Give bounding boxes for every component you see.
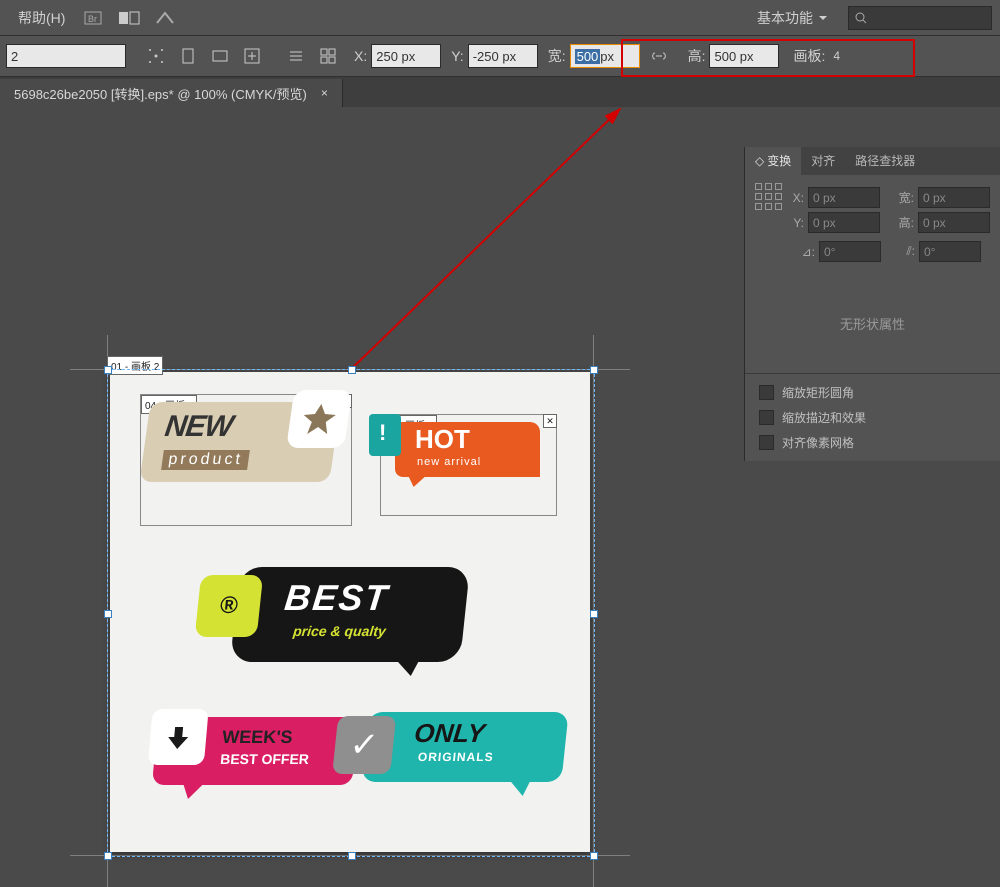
artboard-portrait-icon[interactable] [175, 45, 201, 67]
x-label: X: [354, 48, 367, 64]
chk-scale-corners[interactable]: 缩放矩形圆角 [745, 380, 1000, 405]
new-artboard-icon[interactable] [239, 45, 265, 67]
badge-text: ONLY [413, 718, 487, 749]
workspace-preset-dropdown[interactable]: 基本功能 [749, 6, 833, 30]
reference-point-icon[interactable] [143, 45, 169, 67]
canvas-area[interactable]: 01 - 画板 2 04 - 画板 5 ✕ 03 - 画板 4 ✕ NEW pr… [0, 107, 1000, 883]
badge-week: WEEK'S BEST OFFER [155, 717, 355, 785]
y-value-field[interactable]: -250 px [468, 44, 538, 68]
width-label: 宽: [548, 46, 566, 66]
artboard-landscape-icon[interactable] [207, 45, 233, 67]
panel-shear-field[interactable]: 0° [919, 241, 981, 262]
artboard-number-field[interactable]: 2 [6, 44, 126, 68]
badge-text: BEST [283, 577, 391, 619]
badge-best: ® BEST price & qualty [235, 567, 465, 662]
options-bar: 2 X: 250 px Y: -250 px 宽: 500 px 高: 500 … [0, 36, 1000, 77]
x-value-field[interactable]: 250 px [371, 44, 441, 68]
badge-text: product [161, 450, 250, 470]
close-tab-icon[interactable]: × [321, 86, 328, 100]
arrange-docs-icon[interactable] [115, 6, 143, 30]
panel-rotate-field[interactable]: 0° [819, 241, 881, 262]
badge-text: HOT [415, 424, 470, 455]
height-label: 高: [688, 46, 706, 66]
artboard-options-icon[interactable] [283, 45, 309, 67]
artboards-count: 4 [833, 49, 840, 63]
document-tab[interactable]: 5698c26be2050 [转换].eps* @ 100% (CMYK/预览)… [0, 79, 343, 107]
no-shape-properties: 无形状属性 [745, 274, 1000, 373]
help-menu[interactable]: 帮助(H) [8, 4, 75, 32]
menubar: 帮助(H) Br 基本功能 [0, 0, 1000, 36]
height-value-field[interactable]: 500 px [709, 44, 779, 68]
panel-tabs: ◇变换 对齐 路径查找器 [745, 147, 1000, 175]
panel-x-field[interactable]: 0 px [808, 187, 880, 208]
badge-only: ✓ ONLY ORIGINALS [365, 712, 565, 782]
star-icon [286, 390, 352, 448]
close-icon[interactable]: ✕ [543, 414, 557, 428]
svg-text:Br: Br [88, 14, 97, 24]
badge-hot: HOT new arrival [395, 422, 540, 477]
rotate-label: ⊿: [791, 245, 815, 259]
tab-align[interactable]: 对齐 [801, 147, 845, 175]
width-value-field[interactable]: 500 px [570, 44, 640, 68]
document-tabbar: 5698c26be2050 [转换].eps* @ 100% (CMYK/预览)… [0, 77, 1000, 108]
search-icon [855, 12, 867, 24]
registered-icon: ® [195, 575, 264, 637]
artboards-label: 画板: [793, 46, 825, 66]
badge-text: new arrival [417, 456, 481, 468]
badge-text: price & qualty [292, 623, 386, 639]
badge-text: WEEK'S [221, 727, 293, 748]
artboard-label: 01 - 画板 2 [107, 356, 163, 375]
w-label: 宽: [890, 189, 914, 206]
shear-label: ⫽: [891, 244, 915, 259]
x-label: X: [780, 191, 804, 205]
panel-w-field[interactable]: 0 px [918, 187, 990, 208]
badge-new: NEW product [145, 402, 335, 482]
panel-h-field[interactable]: 0 px [918, 212, 990, 233]
badge-text: NEW [163, 410, 235, 444]
check-icon: ✓ [332, 716, 396, 774]
y-label: Y: [451, 48, 463, 64]
arrow-down-icon [148, 709, 209, 765]
transform-panel: ◇变换 对齐 路径查找器 X:0 px宽:0 px Y:0 px高:0 px ⊿… [744, 147, 1000, 461]
bridge-icon[interactable]: Br [79, 6, 107, 30]
search-input[interactable] [848, 6, 992, 30]
link-dimensions-icon[interactable] [646, 45, 672, 67]
annotation-arrow [0, 107, 740, 387]
artboard-main[interactable]: 01 - 画板 2 04 - 画板 5 ✕ 03 - 画板 4 ✕ NEW pr… [110, 372, 590, 852]
h-label: 高: [890, 214, 914, 231]
panel-y-field[interactable]: 0 px [808, 212, 880, 233]
ruler-guide [70, 855, 630, 856]
badge-text: BEST OFFER [220, 751, 310, 767]
tab-pathfinder[interactable]: 路径查找器 [845, 147, 925, 175]
ruler-guide [107, 335, 108, 887]
reference-point-grid[interactable] [755, 183, 772, 211]
y-label: Y: [780, 216, 804, 230]
document-title: 5698c26be2050 [转换].eps* @ 100% (CMYK/预览) [14, 84, 307, 103]
chk-align-pixel-grid[interactable]: 对齐像素网格 [745, 430, 1000, 455]
grid-toggle-icon[interactable] [315, 45, 341, 67]
ruler-guide [593, 335, 594, 887]
gpu-icon[interactable] [151, 6, 179, 30]
badge-text: ORIGINALS [417, 750, 494, 764]
chk-scale-strokes[interactable]: 缩放描边和效果 [745, 405, 1000, 430]
tab-transform[interactable]: ◇变换 [745, 147, 801, 175]
exclamation-icon [369, 414, 401, 456]
